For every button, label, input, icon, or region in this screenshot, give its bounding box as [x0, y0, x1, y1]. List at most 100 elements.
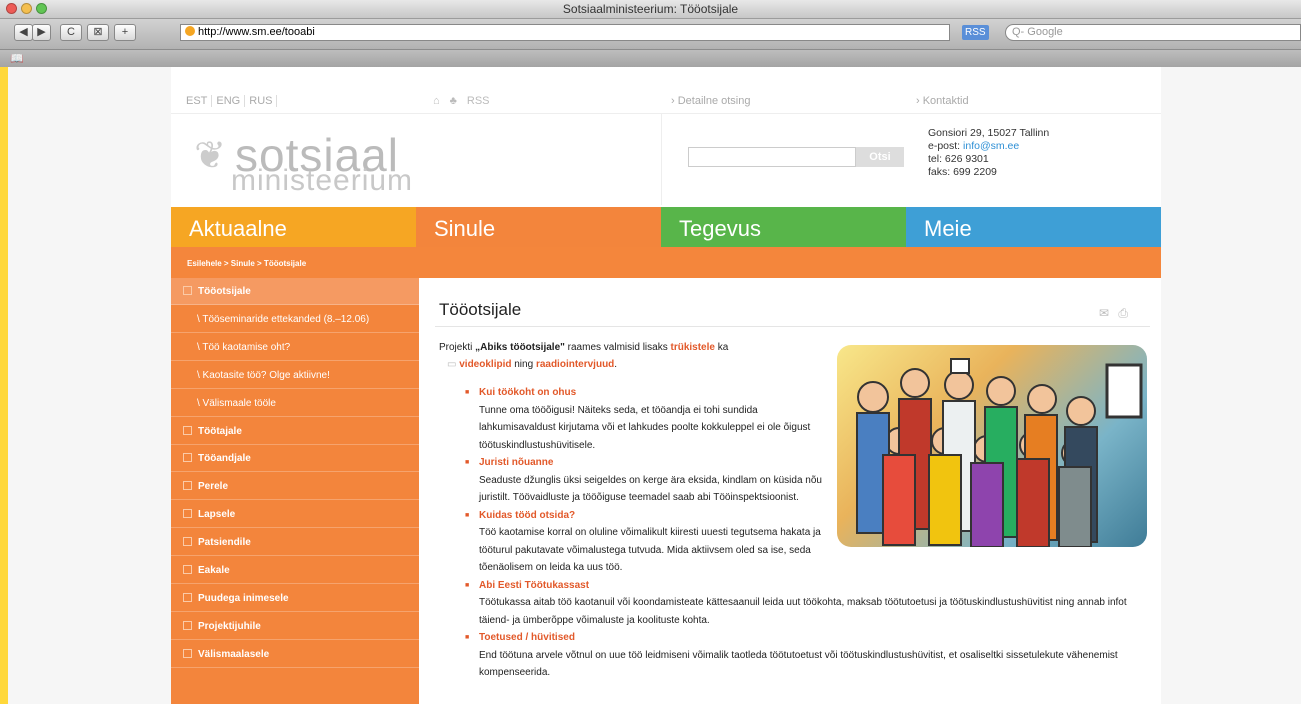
nav-tab-sinule[interactable]: Sinule	[416, 207, 661, 247]
print-icon[interactable]: ⎙	[1118, 306, 1128, 320]
detailed-search-link[interactable]: › Detailne otsing	[671, 95, 751, 107]
page: EST ENG RUS ⌂ ♣ RSS › Detailne otsing › …	[171, 67, 1161, 704]
sidebar-item[interactable]: Lapsele	[171, 501, 419, 529]
project-name: „Abiks tööotsijale"	[475, 342, 565, 353]
sidebar-item[interactable]: Projektijuhile	[171, 613, 419, 640]
topic-heading-link[interactable]: Kuidas tööd otsida?	[479, 507, 1155, 525]
sidebar-item-label: Patsiendile	[198, 537, 251, 549]
radio-interviews-link[interactable]: raadiointervjuud	[536, 359, 614, 370]
site-search-input[interactable]	[688, 147, 856, 167]
logo-text-bottom: ministeerium	[231, 164, 414, 197]
add-bookmark-button[interactable]: +	[114, 24, 136, 41]
utility-row: EST ENG RUS ⌂ ♣ RSS › Detailne otsing › …	[171, 67, 1161, 114]
contact-info: Gonsiori 29, 15027 Tallinn e-post: info@…	[928, 127, 1049, 179]
left-edge-strip	[0, 67, 8, 704]
back-button[interactable]: ◀	[14, 24, 33, 41]
sidebar-item[interactable]: Tööandjale	[171, 445, 419, 473]
topic-item: Kui töökoht on ohus Tunne oma tööõigusi! …	[455, 384, 1155, 454]
menu-bullet-icon	[183, 648, 192, 658]
sidebar-item-label: \ Välismaale tööle	[197, 397, 276, 409]
topic-text: Töötukassa aitab töö kaotanuil või koond…	[479, 597, 1127, 626]
topic-list: Kui töökoht on ohus Tunne oma tööõigusi! …	[455, 384, 1155, 682]
lang-eng-link[interactable]: ENG	[212, 95, 246, 107]
contacts-link[interactable]: › Kontaktid	[916, 95, 969, 107]
breadcrumb[interactable]: Esilehele > Sinule > Tööotsijale	[187, 259, 306, 268]
sidebar-item[interactable]: \ Kaotasite töö? Olge aktiivne!	[171, 362, 419, 389]
search-button[interactable]: Otsi	[856, 147, 904, 167]
menu-bullet-icon	[183, 481, 192, 491]
lang-est-link[interactable]: EST	[182, 95, 213, 107]
sidebar-item-label: Töötajale	[198, 425, 242, 437]
window-title: Sotsiaalministeerium: Tööotsijale	[562, 2, 739, 16]
coat-of-arms-icon: ❦	[194, 135, 226, 177]
page-tools: ✉ ⎙	[1099, 306, 1128, 321]
utility-icons: ⌂ ♣ RSS	[433, 95, 490, 107]
page-title: Tööotsijale	[439, 300, 522, 319]
email-page-icon[interactable]: ✉	[1099, 306, 1109, 320]
sidebar-item[interactable]: \ Töö kaotamise oht?	[171, 334, 419, 361]
reload-button[interactable]: C	[60, 24, 82, 41]
brochures-link[interactable]: trükistele	[670, 342, 714, 353]
title-bar: Sotsiaalministeerium: Tööotsijale	[0, 0, 1301, 19]
sidebar-item-label: Välismaalasele	[198, 648, 270, 660]
contact-fax: faks: 699 2209	[928, 166, 997, 178]
sidebar-item[interactable]: Eakale	[171, 557, 419, 584]
topic-text: Tunne oma tööõigusi! Näiteks seda, et tö…	[479, 404, 811, 451]
nav-tab-tegevus[interactable]: Tegevus	[661, 207, 906, 247]
sidebar-item[interactable]: Välismaalasele	[171, 641, 419, 668]
web-search-field[interactable]: Q- Google	[1005, 24, 1301, 41]
sidebar-item-label: Puudega inimesele	[198, 592, 289, 604]
contact-email-link[interactable]: info@sm.ee	[963, 140, 1019, 152]
sidebar-item[interactable]: Puudega inimesele	[171, 585, 419, 612]
rss-link[interactable]: RSS	[467, 95, 490, 107]
menu-bullet-icon	[183, 537, 192, 547]
sidebar-menu: Tööotsijale \ Tööseminaride ettekanded (8…	[171, 278, 419, 704]
sidebar-item-label: Tööotsijale	[198, 286, 251, 297]
address-bar[interactable]: http://www.sm.ee/tooabi	[180, 24, 950, 41]
contact-tel: tel: 626 9301	[928, 153, 989, 165]
sidebar-item[interactable]: Tööotsijale	[171, 278, 419, 305]
snapback-button[interactable]: ⊠	[87, 24, 109, 41]
topic-item: Abi Eesti Töötukassast Töötukassa aitab t…	[455, 577, 1155, 630]
sidebar-item-label: Eakale	[198, 565, 230, 576]
contact-email-line: e-post: info@sm.ee	[928, 140, 1020, 152]
sidebar-item[interactable]: \ Välismaale tööle	[171, 390, 419, 417]
menu-bullet-icon	[183, 425, 192, 435]
topic-heading-link[interactable]: Kui töökoht on ohus	[479, 384, 1155, 402]
menu-bullet-icon	[183, 286, 192, 295]
topic-item: Kuidas tööd otsida? Töö kaotamise korral …	[455, 507, 1155, 577]
sidebar-item[interactable]: \ Tööseminaride ettekanded (8.–12.06)	[171, 306, 419, 333]
sidebar-item-label: Perele	[198, 481, 229, 493]
main-navigation: Aktuaalne Sinule Tegevus Meie	[171, 207, 1161, 247]
contact-address: Gonsiori 29, 15027 Tallinn	[928, 127, 1050, 139]
home-icon[interactable]: ⌂	[433, 95, 440, 107]
bookmarks-bar: 📖	[0, 50, 1301, 68]
sitemap-icon[interactable]: ♣	[450, 95, 457, 107]
video-icon: ▭	[447, 359, 460, 370]
sidebar-item[interactable]: Patsiendile	[171, 529, 419, 557]
nav-tab-meie[interactable]: Meie	[906, 207, 1161, 247]
breadcrumb-bar: Esilehele > Sinule > Tööotsijale	[171, 247, 1161, 278]
bookmarks-book-icon[interactable]: 📖	[10, 52, 24, 65]
sidebar-item-label: \ Töö kaotamise oht?	[197, 341, 291, 353]
video-clips-link[interactable]: videoklipid	[459, 359, 511, 370]
topic-heading-link[interactable]: Juristi nõuanne	[479, 454, 1155, 472]
site-logo[interactable]: ❦ sotsiaal ministeerium	[171, 114, 662, 205]
lang-rus-link[interactable]: RUS	[245, 95, 278, 107]
menu-bullet-icon	[183, 453, 192, 463]
menu-bullet-icon	[183, 565, 192, 574]
menu-bullet-icon	[183, 592, 192, 602]
intro-text: Projekti „Abiks tööotsijale" raames valm…	[439, 342, 729, 370]
forward-button[interactable]: ▶	[32, 24, 51, 41]
sidebar-item[interactable]: Perele	[171, 473, 419, 501]
rss-button[interactable]: RSS	[962, 25, 989, 40]
menu-bullet-icon	[183, 509, 192, 519]
topic-heading-link[interactable]: Abi Eesti Töötukassast	[479, 577, 1155, 595]
topic-text: Seaduste džunglis üksi seigeldes on kerg…	[479, 474, 822, 504]
sidebar-item[interactable]: Töötajale	[171, 418, 419, 445]
nav-tab-aktuaalne[interactable]: Aktuaalne	[171, 207, 416, 247]
browser-window: Sotsiaalministeerium: Tööotsijale ◀ ▶ C …	[0, 0, 1301, 704]
topic-heading-link[interactable]: Toetused / hüvitised	[479, 629, 1155, 647]
topic-item: Juristi nõuanne Seaduste džunglis üksi se…	[455, 454, 1155, 507]
language-switcher: EST ENG RUS	[182, 95, 278, 107]
